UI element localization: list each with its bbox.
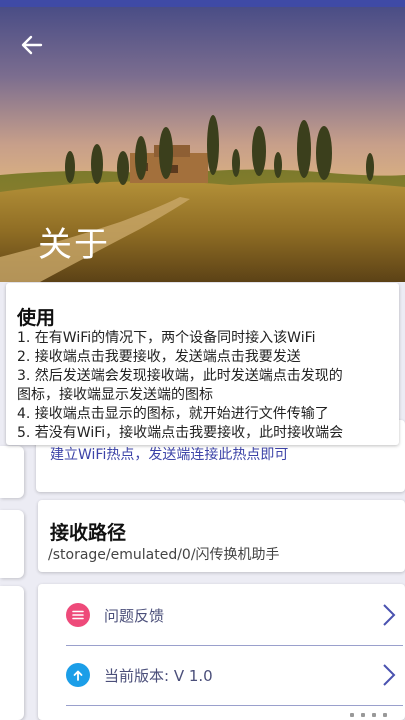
chevron-right-icon — [383, 664, 396, 686]
card-edge — [0, 510, 24, 578]
usage-card: 使用 1. 在有WiFi的情况下，两个设备同时接入该WiFi 2. 接收端点击我… — [6, 283, 399, 445]
status-bar — [0, 0, 405, 7]
usage-line: 4. 接收端点击显示的图标，就开始进行文件传输了 — [17, 406, 329, 422]
bottom-dots — [350, 713, 387, 717]
version-label: 当前版本: V 1.0 — [104, 667, 213, 685]
usage-line-continued: 建立WiFi热点，发送端连接此热点即可 — [50, 447, 289, 463]
usage-line: 3. 然后发送端会发现接收端，此时发送端点击发现的 — [17, 368, 343, 384]
menu-lines-icon — [66, 603, 90, 627]
usage-line: 2. 接收端点击我要接收，发送端点击我要发送 — [17, 349, 301, 365]
receive-path-value: /storage/emulated/0/闪传换机助手 — [48, 547, 280, 563]
upload-arrow-icon — [66, 663, 90, 687]
divider — [66, 705, 403, 706]
usage-line: 5. 若没有WiFi，接收端点击我要接收，此时接收端会 — [17, 425, 344, 441]
page-title: 关于 — [38, 225, 110, 265]
feedback-label: 问题反馈 — [104, 607, 165, 625]
usage-line: 图标，接收端显示发送端的图标 — [17, 387, 213, 403]
feedback-row[interactable]: 问题反馈 — [66, 586, 403, 644]
usage-title: 使用 — [17, 307, 56, 329]
version-row[interactable]: 当前版本: V 1.0 — [66, 646, 403, 704]
receive-path-title: 接收路径 — [50, 522, 127, 544]
card-edge — [0, 446, 24, 498]
usage-line: 1. 在有WiFi的情况下，两个设备同时接入该WiFi — [17, 330, 316, 346]
arrow-left-icon — [21, 35, 43, 55]
card-edge — [0, 586, 24, 720]
chevron-right-icon — [383, 604, 396, 626]
usage-lines: 1. 在有WiFi的情况下，两个设备同时接入该WiFi 2. 接收端点击我要接收… — [17, 329, 343, 443]
back-button[interactable] — [14, 29, 50, 61]
hero-image: 关于 — [0, 7, 405, 282]
